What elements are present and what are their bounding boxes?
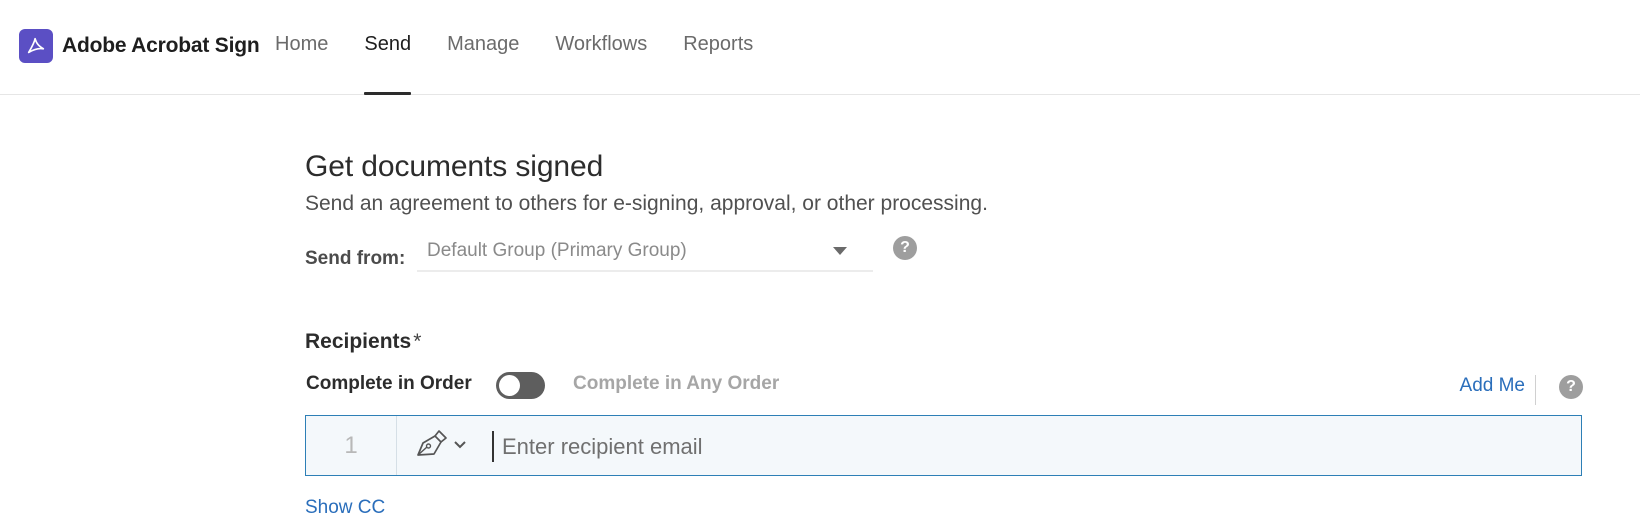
main-nav: Home Send Manage Workflows Reports	[257, 0, 771, 95]
nav-item-label: Workflows	[555, 33, 648, 55]
help-glyph: ?	[900, 239, 910, 256]
send-from-selected-value: Default Group (Primary Group)	[427, 240, 687, 261]
add-me-link[interactable]: Add Me	[1460, 375, 1536, 405]
recipient-row: 1	[305, 415, 1582, 476]
send-page: Get documents signed Send an agreement t…	[305, 150, 1583, 518]
signing-order-toggle[interactable]	[496, 372, 545, 399]
chevron-down-icon	[453, 437, 467, 455]
complete-any-order-label: Complete in Any Order	[573, 373, 780, 394]
recipients-heading: Recipients*	[305, 330, 421, 354]
page-title: Get documents signed	[305, 150, 604, 183]
recipients-title-text: Recipients	[305, 330, 412, 353]
nav-item-label: Home	[275, 33, 329, 55]
send-from-row: Send from: Default Group (Primary Group)…	[305, 236, 917, 272]
nav-item-send[interactable]: Send	[346, 0, 429, 95]
pen-nib-icon	[415, 428, 449, 463]
recipient-order-number: 1	[306, 416, 397, 475]
top-navigation-bar: Adobe Acrobat Sign Home Send Manage Work…	[0, 0, 1640, 95]
recipients-help-icon[interactable]: ?	[1559, 375, 1583, 399]
send-from-dropdown[interactable]: Default Group (Primary Group)	[417, 232, 873, 272]
send-from-help-icon[interactable]: ?	[893, 236, 917, 260]
nav-item-reports[interactable]: Reports	[665, 0, 771, 95]
required-asterisk: *	[413, 330, 422, 353]
toggle-knob	[499, 375, 520, 396]
recipient-email-input[interactable]	[492, 431, 1581, 462]
nav-item-home[interactable]: Home	[257, 0, 346, 95]
signing-order-row: Complete in Order Complete in Any Order …	[305, 370, 1583, 405]
show-cc-link[interactable]: Show CC	[305, 497, 385, 519]
caret-down-icon	[833, 247, 847, 255]
nav-item-label: Reports	[683, 33, 754, 55]
recipient-role-dropdown[interactable]	[397, 416, 492, 475]
acrobat-logo-icon	[19, 29, 53, 63]
brand[interactable]: Adobe Acrobat Sign	[19, 29, 260, 63]
help-glyph: ?	[1566, 378, 1576, 395]
nav-item-workflows[interactable]: Workflows	[537, 0, 665, 95]
complete-in-order-label: Complete in Order	[306, 373, 472, 394]
nav-item-label: Send	[364, 33, 412, 55]
send-from-label: Send from:	[305, 248, 406, 269]
page-subtitle: Send an agreement to others for e-signin…	[305, 192, 988, 215]
app-name: Adobe Acrobat Sign	[62, 34, 260, 57]
nav-item-label: Manage	[447, 33, 520, 55]
nav-item-manage[interactable]: Manage	[429, 0, 537, 95]
